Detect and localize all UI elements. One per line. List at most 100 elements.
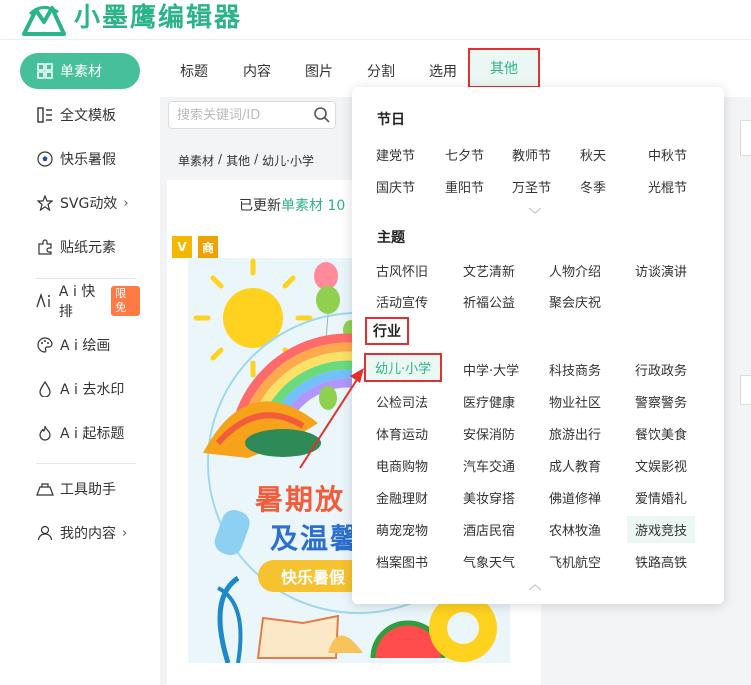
sidebar-item-full-template[interactable]: 全文模板 xyxy=(20,97,140,133)
chevron-right-icon: › xyxy=(122,525,128,541)
sidebar-item-ai-title[interactable]: A i 起标题 xyxy=(20,415,140,451)
option-item[interactable]: 铁路高铁 xyxy=(635,552,687,571)
sidebar-item-label: A i 去水印 xyxy=(60,382,125,398)
option-item[interactable]: 安保消防 xyxy=(463,424,515,443)
option-item[interactable]: 餐饮美食 xyxy=(635,424,687,443)
option-kindergarten-primary[interactable]: 幼儿·小学 xyxy=(364,353,443,382)
other-category-dropdown: 节日 建党节 七夕节 教师节 秋天 中秋节 国庆节 重阳节 万圣节 冬季 光棍节… xyxy=(352,87,724,604)
option-gaming-highlighted[interactable]: 游戏竞技 xyxy=(627,516,696,543)
option-item[interactable]: 建党节 xyxy=(376,145,415,164)
option-item[interactable]: 萌宠宠物 xyxy=(376,520,428,539)
option-item[interactable]: 成人教育 xyxy=(549,456,601,475)
sidebar-divider xyxy=(36,463,136,464)
option-item[interactable]: 酒店民宿 xyxy=(463,520,515,539)
option-item[interactable]: 汽车交通 xyxy=(463,456,515,475)
option-item[interactable]: 佛道修禅 xyxy=(549,488,601,507)
user-icon xyxy=(36,524,54,542)
option-item[interactable]: 访谈演讲 xyxy=(635,261,687,280)
poster-title-line2: 及温馨 xyxy=(270,522,361,555)
option-item[interactable]: 七夕节 xyxy=(445,145,484,164)
option-item[interactable]: 科技商务 xyxy=(549,360,601,379)
sidebar-item-label: 单素材 xyxy=(60,64,102,80)
option-item[interactable]: 古风怀旧 xyxy=(376,261,428,280)
option-item[interactable]: 美妆穿搭 xyxy=(463,488,515,507)
sidebar-item-ai-watermark[interactable]: A i 去水印 xyxy=(20,371,140,407)
breadcrumb-item[interactable]: 其他 xyxy=(226,152,250,169)
option-item[interactable]: 医疗健康 xyxy=(463,392,515,411)
option-item[interactable]: 文娱影视 xyxy=(635,456,687,475)
tab-divider[interactable]: 分割 xyxy=(367,55,395,87)
edge-panel xyxy=(740,190,751,220)
update-link[interactable]: 单素材 xyxy=(281,198,323,214)
drop-icon xyxy=(36,380,54,398)
poster-title-line1: 暑期放 xyxy=(255,483,346,516)
grid-icon xyxy=(36,62,54,80)
option-item[interactable]: 秋天 xyxy=(580,145,606,164)
option-item[interactable]: 警察警务 xyxy=(635,392,687,411)
chevron-up-icon[interactable] xyxy=(528,583,542,591)
search-input[interactable] xyxy=(177,107,307,123)
option-item[interactable]: 档案图书 xyxy=(376,552,428,571)
vip-tag: V xyxy=(172,236,192,258)
tab-selected[interactable]: 选用 xyxy=(429,55,457,87)
tab-other[interactable]: 其他 xyxy=(468,48,540,88)
option-item[interactable]: 文艺清新 xyxy=(463,261,515,280)
sidebar-item-svg[interactable]: SVG动效 › xyxy=(20,185,140,221)
option-item[interactable]: 金融理财 xyxy=(376,488,428,507)
option-item[interactable]: 行政政务 xyxy=(635,360,687,379)
palette-icon xyxy=(36,336,54,354)
option-item[interactable]: 国庆节 xyxy=(376,177,415,196)
ai-icon xyxy=(36,292,53,310)
option-item[interactable]: 爱情婚礼 xyxy=(635,488,687,507)
option-item[interactable]: 冬季 xyxy=(580,177,606,196)
tool-icon xyxy=(36,480,54,498)
edge-panel[interactable] xyxy=(740,375,751,405)
option-item[interactable]: 物业社区 xyxy=(549,392,601,411)
free-badge: 限免 xyxy=(111,286,140,316)
option-item[interactable]: 中秋节 xyxy=(648,145,687,164)
option-item[interactable]: 聚会庆祝 xyxy=(549,292,601,311)
option-item[interactable]: 旅游出行 xyxy=(549,424,601,443)
breadcrumb-separator: / xyxy=(254,152,259,166)
tab-content[interactable]: 内容 xyxy=(243,55,271,87)
option-item[interactable]: 农林牧渔 xyxy=(549,520,601,539)
sidebar-item-my-content[interactable]: 我的内容 › xyxy=(20,515,140,551)
option-item[interactable]: 人物介绍 xyxy=(549,261,601,280)
option-item[interactable]: 祈福公益 xyxy=(463,292,515,311)
option-item[interactable]: 飞机航空 xyxy=(549,552,601,571)
sidebar-divider xyxy=(36,278,136,279)
option-item[interactable]: 光棍节 xyxy=(648,177,687,196)
tab-title[interactable]: 标题 xyxy=(180,55,208,87)
sidebar-item-tools[interactable]: 工具助手 xyxy=(20,471,140,507)
sidebar-item-label: SVG动效 xyxy=(60,196,118,212)
option-item[interactable]: 活动宣传 xyxy=(376,292,428,311)
option-item[interactable]: 中学·大学 xyxy=(463,360,519,379)
breadcrumb: 单素材 / 其他 / 幼儿·小学 xyxy=(178,152,314,169)
breadcrumb-item[interactable]: 单素材 xyxy=(178,152,214,169)
tab-image[interactable]: 图片 xyxy=(305,55,333,87)
option-item[interactable]: 重阳节 xyxy=(445,177,484,196)
option-item[interactable]: 体育运动 xyxy=(376,424,428,443)
option-item[interactable]: 教师节 xyxy=(512,145,551,164)
sidebar-item-label: 全文模板 xyxy=(60,108,116,124)
sidebar-item-ai-layout[interactable]: A i 快排 限免 xyxy=(20,283,140,320)
flame-icon xyxy=(36,424,54,442)
sidebar-item-ai-paint[interactable]: A i 绘画 xyxy=(20,327,140,363)
sidebar-item-label: A i 绘画 xyxy=(60,338,111,354)
sidebar-item-stickers[interactable]: 贴纸元素 xyxy=(20,229,140,265)
edge-panel[interactable] xyxy=(740,120,751,156)
option-item[interactable]: 公检司法 xyxy=(376,392,428,411)
logo-icon[interactable] xyxy=(22,2,66,36)
sidebar-item-label: 我的内容 xyxy=(60,526,116,542)
option-item[interactable]: 电商购物 xyxy=(376,456,428,475)
chevron-down-icon[interactable] xyxy=(528,207,542,215)
chevron-right-icon: › xyxy=(123,195,129,211)
update-count: 10 xyxy=(327,198,346,214)
sidebar-item-single-material[interactable]: 单素材 xyxy=(20,53,140,89)
breadcrumb-current: 幼儿·小学 xyxy=(262,154,314,168)
option-item[interactable]: 万圣节 xyxy=(512,177,551,196)
sidebar-item-summer[interactable]: 快乐暑假 xyxy=(20,141,140,177)
sidebar-item-label: A i 起标题 xyxy=(60,426,125,442)
search-icon[interactable] xyxy=(313,106,331,124)
option-item[interactable]: 气象天气 xyxy=(463,552,515,571)
